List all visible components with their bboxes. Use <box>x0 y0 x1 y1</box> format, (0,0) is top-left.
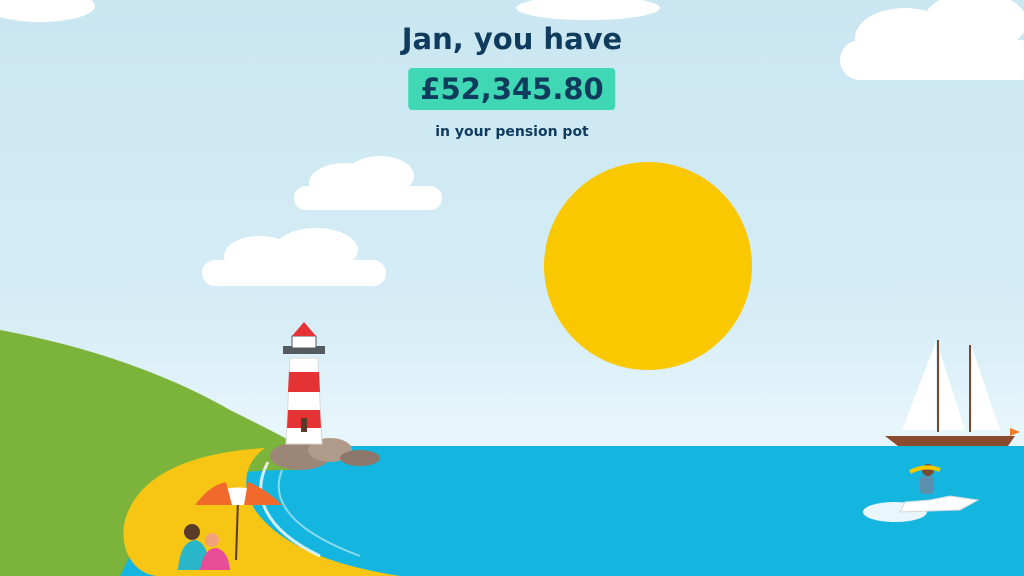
sun-icon <box>544 162 752 370</box>
pension-scene: Jan, you have £52,345.80 in your pension… <box>0 0 1024 576</box>
greeting-heading: Jan, you have <box>401 22 623 56</box>
lighthouse-icon <box>283 322 325 445</box>
cloud-icon <box>516 0 660 20</box>
pension-pot-label: in your pension pot <box>435 124 589 140</box>
cloud-icon <box>294 156 442 210</box>
sailboat-icon <box>885 340 1020 446</box>
cloud-icon <box>0 0 95 22</box>
pension-amount-badge: £52,345.80 <box>408 68 616 110</box>
cloud-icon <box>202 228 386 286</box>
